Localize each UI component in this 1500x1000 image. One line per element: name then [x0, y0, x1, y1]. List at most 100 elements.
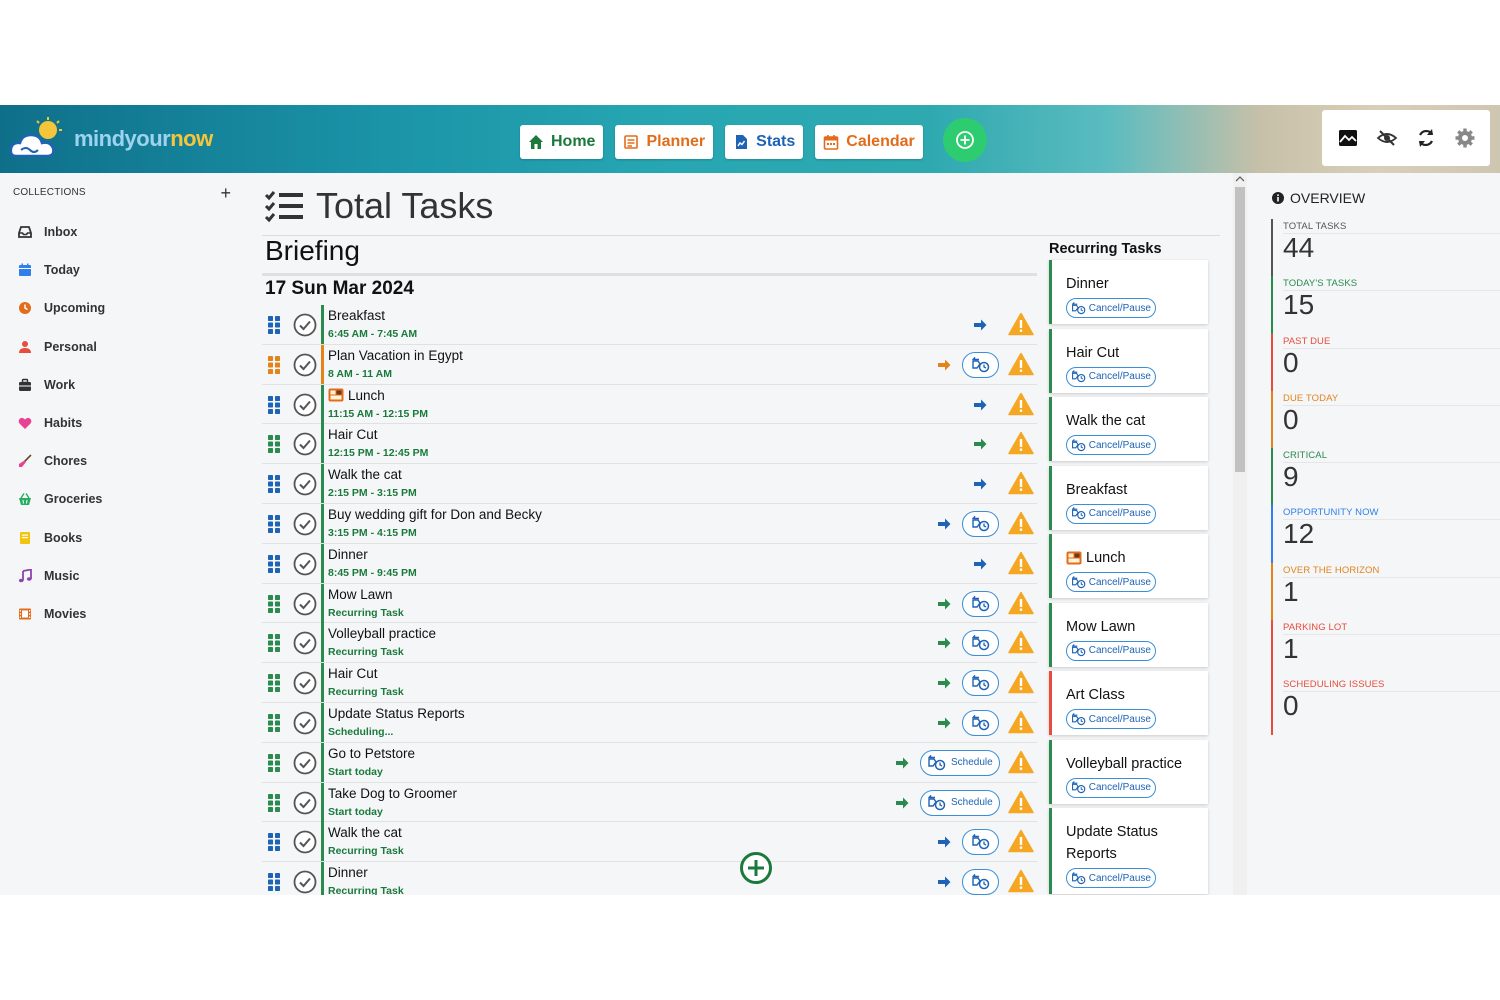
cancel-pause-button[interactable]: Cancel/Pause	[1066, 435, 1156, 455]
sidebar-item-books[interactable]: Books	[18, 519, 105, 557]
complete-check-icon[interactable]	[293, 393, 317, 417]
complete-check-icon[interactable]	[293, 631, 317, 655]
task-row[interactable]: Dinner 8:45 PM - 9:45 PM	[262, 543, 1037, 584]
sidebar-item-habits[interactable]: Habits	[18, 404, 105, 442]
recurring-task-card[interactable]: Mow Lawn Cancel/Pause	[1049, 602, 1208, 667]
warning-icon[interactable]	[1008, 630, 1034, 654]
schedule-button[interactable]	[962, 630, 999, 657]
cancel-pause-button[interactable]: Cancel/Pause	[1066, 868, 1156, 888]
task-name[interactable]: Buy wedding gift for Don and Becky	[328, 507, 542, 522]
move-arrow-icon[interactable]	[973, 557, 987, 571]
recurring-task-card[interactable]: Update Status Reports Cancel/Pause	[1049, 808, 1208, 894]
complete-check-icon[interactable]	[293, 432, 317, 456]
warning-icon[interactable]	[1008, 352, 1034, 376]
task-name[interactable]: Lunch	[328, 388, 385, 403]
task-row[interactable]: Take Dog to Groomer Start today Schedule	[262, 782, 1037, 823]
schedule-button[interactable]	[962, 869, 999, 895]
overview-stat[interactable]: PARKING LOT 1	[1271, 620, 1500, 678]
move-arrow-icon[interactable]	[973, 437, 987, 451]
move-arrow-icon[interactable]	[937, 597, 951, 611]
sidebar-item-inbox[interactable]: Inbox	[18, 213, 105, 251]
landscape-icon[interactable]	[1337, 127, 1359, 149]
planner-button[interactable]: Planner	[615, 125, 714, 159]
task-row[interactable]: Update Status Reports Scheduling...	[262, 702, 1037, 743]
hide-icon[interactable]	[1376, 127, 1398, 149]
task-name[interactable]: Plan Vacation in Egypt	[328, 348, 463, 363]
complete-check-icon[interactable]	[293, 592, 317, 616]
move-arrow-icon[interactable]	[937, 517, 951, 531]
task-name[interactable]: Go to Petstore	[328, 746, 415, 761]
move-arrow-icon[interactable]	[937, 636, 951, 650]
warning-icon[interactable]	[1008, 750, 1034, 774]
move-arrow-icon[interactable]	[973, 398, 987, 412]
calendar-button[interactable]: Calendar	[815, 125, 923, 159]
brand-logo[interactable]: mindyournow	[8, 115, 213, 163]
move-arrow-icon[interactable]	[895, 796, 909, 810]
schedule-button[interactable]	[962, 670, 999, 697]
cancel-pause-button[interactable]: Cancel/Pause	[1066, 298, 1156, 318]
sidebar-item-music[interactable]: Music	[18, 557, 105, 595]
task-row[interactable]: Mow Lawn Recurring Task	[262, 583, 1037, 624]
drag-handle-icon[interactable]	[268, 514, 280, 533]
sidebar-item-groceries[interactable]: Groceries	[18, 480, 105, 518]
sidebar-item-work[interactable]: Work	[18, 366, 105, 404]
sidebar-item-today[interactable]: Today	[18, 251, 105, 289]
warning-icon[interactable]	[1008, 829, 1034, 853]
move-arrow-icon[interactable]	[937, 875, 951, 889]
task-name[interactable]: Update Status Reports	[328, 706, 465, 721]
warning-icon[interactable]	[1008, 471, 1034, 495]
move-arrow-icon[interactable]	[895, 756, 909, 770]
task-name[interactable]: Take Dog to Groomer	[328, 786, 457, 801]
overview-stat[interactable]: OPPORTUNITY NOW 12	[1271, 505, 1500, 563]
task-row[interactable]: Hair Cut 12:15 PM - 12:45 PM	[262, 424, 1037, 465]
task-name[interactable]: Mow Lawn	[328, 587, 393, 602]
task-name[interactable]: Hair Cut	[328, 666, 378, 681]
schedule-button[interactable]	[962, 590, 999, 617]
drag-handle-icon[interactable]	[268, 833, 280, 852]
task-name[interactable]: Breakfast	[328, 308, 385, 323]
complete-check-icon[interactable]	[293, 711, 317, 735]
complete-check-icon[interactable]	[293, 830, 317, 854]
recurring-task-card[interactable]: Art Class Cancel/Pause	[1049, 671, 1208, 735]
warning-icon[interactable]	[1008, 312, 1034, 336]
overview-stat[interactable]: OVER THE HORIZON 1	[1271, 562, 1500, 621]
drag-handle-icon[interactable]	[268, 713, 280, 732]
schedule-button[interactable]: Schedule	[920, 789, 1000, 816]
recurring-task-card[interactable]: Lunch Cancel/Pause	[1049, 534, 1208, 598]
settings-icon[interactable]	[1454, 127, 1476, 149]
overview-stat[interactable]: SCHEDULING ISSUES 0	[1271, 677, 1500, 735]
complete-check-icon[interactable]	[293, 671, 317, 695]
add-task-fab-icon[interactable]	[739, 851, 773, 885]
task-name[interactable]: Volleyball practice	[328, 626, 436, 641]
task-row[interactable]: Lunch 11:15 AM - 12:15 PM	[262, 384, 1037, 425]
cancel-pause-button[interactable]: Cancel/Pause	[1066, 640, 1156, 661]
drag-handle-icon[interactable]	[268, 674, 280, 693]
move-arrow-icon[interactable]	[937, 835, 951, 849]
move-arrow-icon[interactable]	[973, 477, 987, 491]
schedule-button[interactable]: Schedule	[920, 749, 1000, 776]
stats-button[interactable]: Stats	[725, 125, 804, 159]
complete-check-icon[interactable]	[293, 751, 317, 775]
recurring-task-card[interactable]: Dinner Cancel/Pause	[1049, 260, 1208, 324]
task-row[interactable]: Go to Petstore Start today Schedule	[262, 742, 1037, 783]
sidebar-item-movies[interactable]: Movies	[18, 595, 105, 633]
home-button[interactable]: Home	[520, 125, 604, 159]
warning-icon[interactable]	[1008, 869, 1034, 893]
complete-check-icon[interactable]	[293, 313, 317, 337]
drag-handle-icon[interactable]	[268, 554, 280, 573]
task-name[interactable]: Walk the cat	[328, 825, 402, 840]
sync-icon[interactable]	[1415, 127, 1437, 149]
add-task-button[interactable]	[942, 118, 987, 162]
recurring-task-card[interactable]: Hair Cut Cancel/Pause	[1049, 328, 1208, 393]
complete-check-icon[interactable]	[293, 472, 317, 496]
warning-icon[interactable]	[1008, 431, 1034, 455]
recurring-task-card[interactable]: Volleyball practice Cancel/Pause	[1049, 739, 1208, 804]
move-arrow-icon[interactable]	[973, 318, 987, 332]
schedule-button[interactable]	[962, 510, 999, 537]
warning-icon[interactable]	[1008, 710, 1034, 734]
drag-handle-icon[interactable]	[268, 634, 280, 653]
task-name[interactable]: Hair Cut	[328, 427, 378, 442]
complete-check-icon[interactable]	[293, 353, 317, 377]
warning-icon[interactable]	[1008, 392, 1034, 416]
complete-check-icon[interactable]	[293, 791, 317, 815]
